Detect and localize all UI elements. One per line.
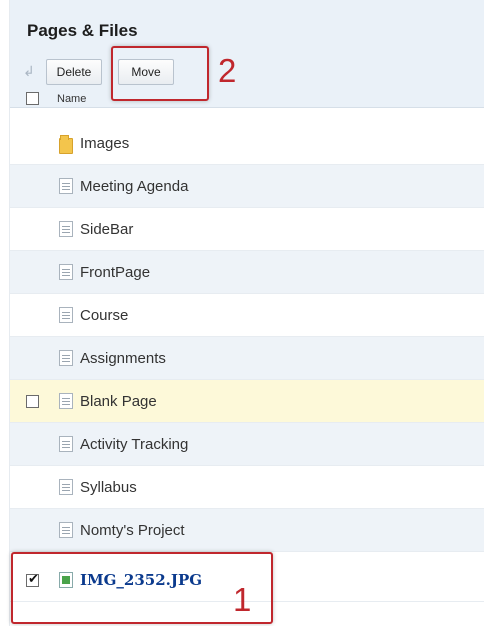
page-icon [59, 221, 73, 237]
select-all-checkbox[interactable] [26, 92, 39, 105]
list-item[interactable]: Syllabus [10, 466, 484, 509]
list-item[interactable]: Images [10, 122, 484, 165]
page-icon [59, 436, 73, 452]
list-item[interactable]: Nomty's Project [10, 509, 484, 552]
row-checkbox[interactable] [26, 395, 39, 408]
page-icon [59, 350, 73, 366]
page-icon [59, 393, 73, 409]
item-label[interactable]: Assignments [80, 350, 166, 367]
item-label[interactable]: Meeting Agenda [80, 178, 188, 195]
list-item[interactable]: Blank Page [10, 380, 484, 423]
column-name-label[interactable]: Name [57, 93, 86, 105]
item-label[interactable]: Nomty's Project [80, 522, 185, 539]
item-label[interactable]: Course [80, 307, 128, 324]
item-label[interactable]: SideBar [80, 221, 133, 238]
item-label[interactable]: FrontPage [80, 264, 150, 281]
list-item[interactable]: FrontPage [10, 251, 484, 294]
column-header: Name [10, 92, 484, 108]
page-icon [59, 307, 73, 323]
item-label[interactable]: Blank Page [80, 393, 157, 410]
step-two-number: 2 [218, 52, 237, 89]
page-title: Pages & Files [27, 21, 138, 40]
list-item[interactable]: SideBar [10, 208, 484, 251]
delete-button[interactable]: Delete [46, 59, 102, 85]
page-icon [59, 479, 73, 495]
page-icon [59, 522, 73, 538]
pages-files-panel: Pages & Files ↲ Delete Move Name Images … [9, 0, 484, 626]
list-item[interactable]: Activity Tracking [10, 423, 484, 466]
undo-arrow-icon[interactable]: ↲ [23, 63, 37, 79]
panel-header: Pages & Files ↲ Delete Move Name [10, 0, 484, 108]
item-label[interactable]: Images [80, 135, 129, 152]
list-item[interactable]: Assignments [10, 337, 484, 380]
list-item[interactable]: Meeting Agenda [10, 165, 484, 208]
page-icon [59, 178, 73, 194]
item-label[interactable]: Activity Tracking [80, 436, 188, 453]
move-callout-box [111, 46, 209, 101]
list-item[interactable]: Course [10, 294, 484, 337]
item-label[interactable]: Syllabus [80, 479, 137, 496]
step-one-number: 1 [233, 581, 252, 618]
page-icon [59, 264, 73, 280]
toolbar: ↲ Delete Move [10, 53, 484, 89]
folder-icon [59, 135, 73, 154]
